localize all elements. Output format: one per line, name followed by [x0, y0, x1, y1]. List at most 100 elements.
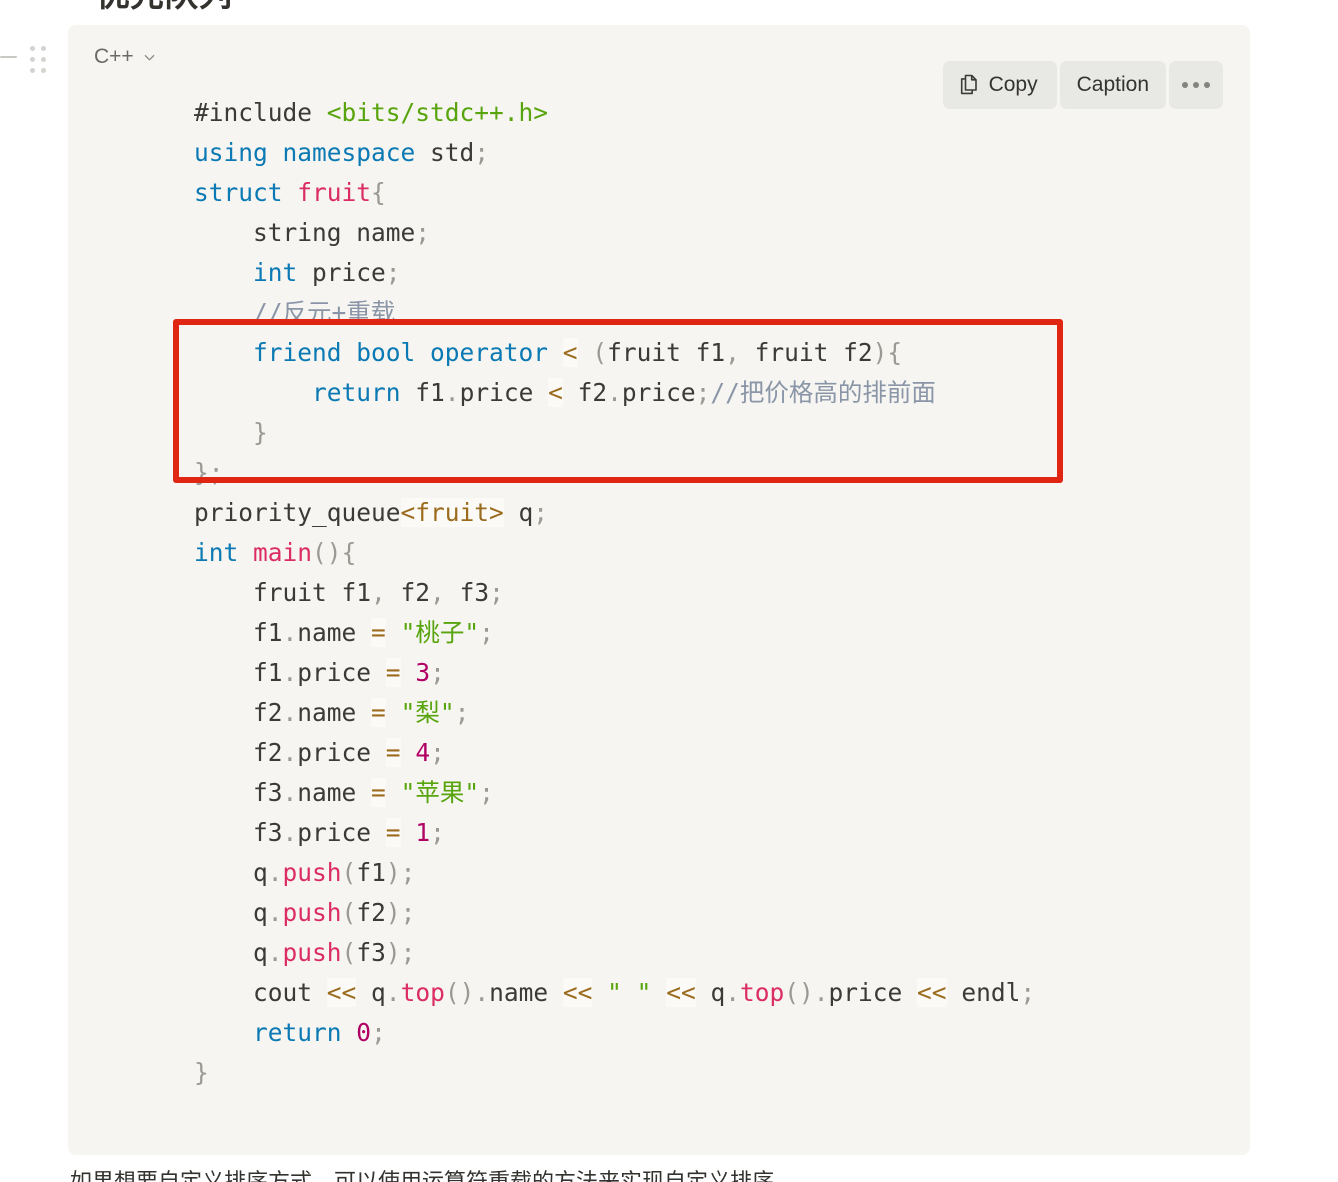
code-token: top — [739, 978, 785, 1007]
code-token: fruit — [297, 178, 372, 207]
code-token: . — [282, 698, 298, 727]
code-token: push — [282, 938, 342, 967]
code-token: endl — [946, 978, 1021, 1007]
code-line: using namespace std; — [68, 133, 1250, 173]
code-line: } — [68, 1053, 1250, 1093]
code-token: price — [297, 258, 386, 287]
code-line: f3.price = 1; — [68, 813, 1250, 853]
code-token: top — [400, 978, 445, 1007]
code-content[interactable]: #include <bits/stdc++.h> using namespace … — [68, 93, 1250, 1093]
code-line: int price; — [68, 253, 1250, 293]
code-token: q — [503, 498, 534, 527]
code-block: C++ Copy Caption #include <bits/stdc++.h… — [68, 25, 1250, 1155]
code-token: price — [621, 378, 696, 407]
code-token: price — [297, 738, 386, 767]
paragraph-below-code: 如果想要自定义排序方式，可以使用运算符重载的方法来实现自定义排序。 — [70, 1169, 797, 1182]
code-token: . — [267, 938, 283, 967]
code-token: int — [194, 538, 239, 567]
code-token: return — [312, 378, 401, 407]
block-gutter-controls — [0, 40, 68, 80]
code-token: ; — [489, 578, 504, 607]
code-token: . — [282, 738, 298, 767]
code-token: ; — [479, 778, 494, 807]
code-line: //反元+重载 — [68, 293, 1250, 333]
code-token: cout — [194, 978, 327, 1007]
code-token: = — [385, 738, 401, 767]
code-token: ; — [533, 498, 549, 527]
code-token: 4 — [415, 738, 431, 767]
code-token: f2 — [194, 698, 283, 727]
language-selector[interactable]: C++ — [92, 41, 162, 73]
code-token: ; — [430, 658, 445, 687]
code-token: ; — [400, 858, 416, 887]
code-token: "桃子" — [400, 618, 480, 647]
code-token: << — [562, 978, 593, 1007]
code-token: = — [371, 778, 386, 807]
code-token: . — [444, 378, 460, 407]
code-token: using namespace — [194, 138, 416, 167]
code-line: q.push(f1); — [68, 853, 1250, 893]
code-token: . — [725, 978, 740, 1007]
code-token: ) — [872, 338, 888, 367]
code-line: int main(){ — [68, 533, 1250, 573]
code-token: , — [430, 578, 445, 607]
code-token: f1 — [194, 618, 283, 647]
code-token: //把价格高的排前面 — [710, 378, 936, 407]
code-token: } — [194, 458, 209, 487]
code-token: push — [282, 858, 342, 887]
code-token: . — [282, 778, 298, 807]
code-line: q.push(f3); — [68, 933, 1250, 973]
code-token: . — [474, 978, 490, 1007]
code-token: , — [725, 338, 740, 367]
code-line: return f1.price < f2.price;//把价格高的排前面 — [68, 373, 1250, 413]
code-token: ) — [385, 938, 401, 967]
code-token: ; — [400, 898, 416, 927]
code-token: <bits/stdc++.h> — [326, 98, 549, 127]
collapse-dash-icon[interactable] — [0, 56, 17, 58]
code-token: ( — [341, 938, 357, 967]
code-token: return — [253, 1018, 342, 1047]
code-token: "梨" — [400, 698, 455, 727]
code-token: name — [297, 778, 372, 807]
code-token: = — [385, 818, 401, 847]
code-token: . — [282, 618, 298, 647]
code-token: price — [459, 378, 549, 407]
code-line: struct fruit{ — [68, 173, 1250, 213]
code-token: () — [784, 978, 814, 1007]
code-token: { — [887, 338, 903, 367]
code-token: friend bool operator — [253, 338, 549, 367]
code-token: name — [297, 618, 372, 647]
drag-handle-icon[interactable] — [30, 46, 47, 74]
code-token: f1 — [194, 658, 283, 687]
code-token: ; — [430, 738, 445, 767]
code-token: ; — [371, 1018, 386, 1047]
code-token: "苹果" — [400, 778, 480, 807]
code-token: 0 — [356, 1018, 372, 1047]
code-line: priority_queue<fruit> q; — [68, 493, 1250, 533]
code-line: fruit f1, f2, f3; — [68, 573, 1250, 613]
code-token: std — [415, 138, 475, 167]
code-token: { — [371, 178, 386, 207]
code-line: return 0; — [68, 1013, 1250, 1053]
code-token: { — [341, 538, 357, 567]
code-token: () — [444, 978, 475, 1007]
code-token: q — [194, 858, 268, 887]
code-token: name — [297, 698, 372, 727]
code-token: , — [371, 578, 386, 607]
ellipsis-icon — [1182, 82, 1210, 88]
code-token: ; — [400, 938, 416, 967]
code-line: f3.name = "苹果"; — [68, 773, 1250, 813]
code-line: cout << q.top().name << " " << q.top().p… — [68, 973, 1250, 1013]
code-token: struct — [194, 178, 283, 207]
code-token: . — [267, 858, 283, 887]
code-token: = — [371, 698, 386, 727]
code-token: ( — [341, 898, 357, 927]
